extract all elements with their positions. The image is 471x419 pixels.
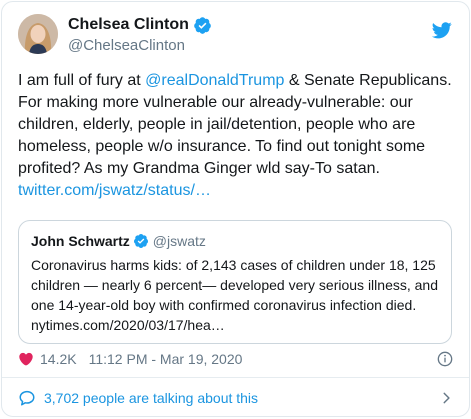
heart-icon[interactable] [18, 351, 34, 367]
author-display-name[interactable]: Chelsea Clinton [68, 16, 189, 34]
chevron-right-icon[interactable] [439, 391, 453, 405]
quoted-author-name: John Schwartz [31, 233, 130, 249]
conversation-link[interactable]: 3,702 people are talking about this [18, 388, 258, 408]
avatar-photo [18, 14, 58, 54]
tweet-text: I am full of fury at @realDonaldTrump & … [18, 70, 458, 202]
twitter-bird-icon[interactable] [431, 20, 453, 40]
conversation-text[interactable]: 3,702 people are talking about this [44, 390, 258, 406]
timestamp[interactable]: 11:12 PM - Mar 19, 2020 [89, 351, 243, 367]
divider [2, 377, 469, 378]
speech-bubble-icon [19, 390, 35, 406]
quoted-tweet-link[interactable]: twitter.com/jswatz/status/… [18, 182, 211, 199]
quoted-author-handle: @jswatz [152, 233, 206, 249]
info-icon[interactable] [437, 351, 453, 367]
author-handle[interactable]: @ChelseaClinton [68, 37, 212, 54]
like-count[interactable]: 14.2K [40, 351, 77, 367]
tweet-header: Chelsea Clinton @ChelseaClinton [18, 14, 453, 64]
quoted-tweet-text: Coronavirus harms kids: of 2,143 cases o… [31, 257, 438, 333]
tweet-meta: 14.2K 11:12 PM - Mar 19, 2020 [18, 348, 242, 370]
avatar[interactable] [18, 14, 58, 54]
quoted-tweet-header: John Schwartz @jswatz [31, 231, 206, 251]
tweet-text-segment: I am full of fury at [18, 72, 146, 89]
verified-badge-icon [133, 234, 148, 248]
tweet-card[interactable]: Chelsea Clinton @ChelseaClinton I am ful… [1, 1, 470, 417]
mention-link[interactable]: @realDonaldTrump [145, 72, 284, 89]
verified-badge-icon [194, 16, 211, 34]
author-names: Chelsea Clinton @ChelseaClinton [68, 14, 212, 54]
quoted-tweet[interactable]: John Schwartz @jswatz Coronavirus harms … [18, 220, 452, 344]
